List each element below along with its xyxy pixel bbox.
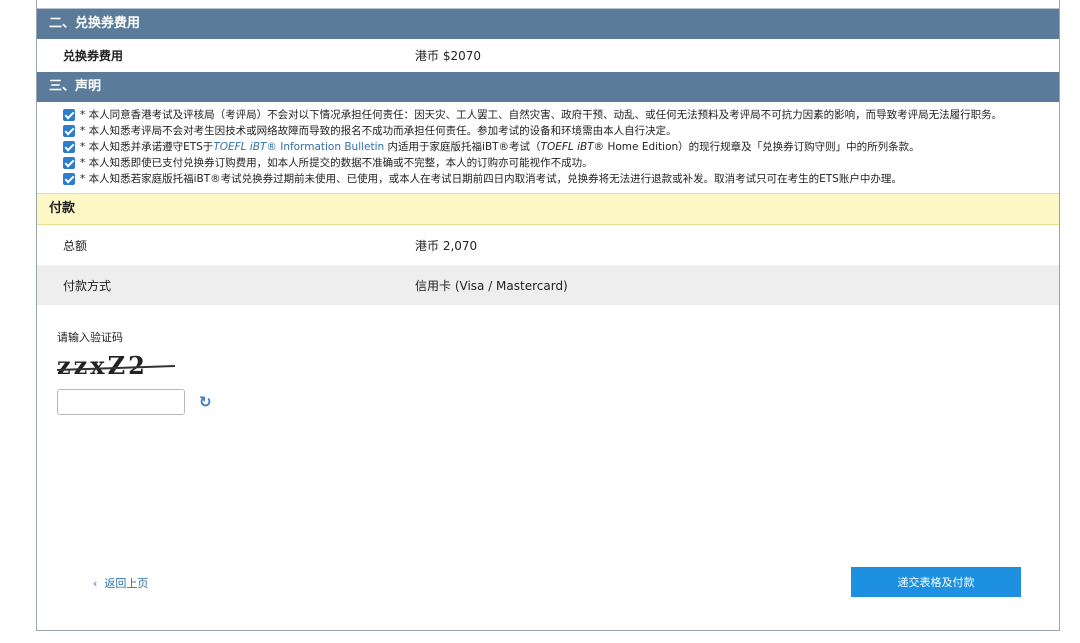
- information-bulletin-link[interactable]: TOEFL iBT® Information Bulletin: [213, 141, 384, 153]
- voucher-fee-row: 兑换券费用 港币 $2070: [37, 39, 1059, 72]
- declaration-item-4: * 本人知悉即使已支付兑换券订购费用，如本人所提交的数据不准确或不完整，本人的订…: [63, 156, 1047, 170]
- checkbox-checked-icon[interactable]: [63, 125, 75, 137]
- payment-method-label: 付款方式: [63, 278, 112, 293]
- voucher-fee-label: 兑换券费用: [63, 49, 124, 63]
- submit-and-pay-button[interactable]: 递交表格及付款: [851, 567, 1021, 597]
- declaration-item-3: * 本人知悉并承诺遵守ETS于TOEFL iBT® Information Bu…: [63, 140, 1047, 154]
- declaration-item-1: * 本人同意香港考试及评核局（考评局）不会对以下情况承担任何责任：因天灾、工人罢…: [63, 108, 1047, 122]
- declaration-text: * 本人知悉若家庭版托福iBT®考试兑换券过期前未使用、已使用，或本人在考试日期…: [80, 173, 902, 185]
- declaration-text-italic: TOEFL iBT®: [540, 141, 605, 153]
- form-footer: ‹ 返回上页 递交表格及付款: [37, 567, 1059, 597]
- section-header-declaration: 三、声明: [37, 72, 1059, 102]
- refresh-icon[interactable]: ↻: [199, 393, 212, 411]
- declaration-text-part: 内适用于家庭版托福iBT®考试（: [384, 141, 541, 153]
- captcha-label: 请输入验证码: [57, 331, 123, 344]
- payment-total-value: 港币 2,070: [415, 238, 478, 253]
- form-frame: 二、兑换券费用 兑换券费用 港币 $2070 三、声明 * 本人同意香港考试及评…: [36, 0, 1060, 631]
- captcha-image: zzxZ2: [57, 351, 197, 380]
- checkbox-checked-icon[interactable]: [63, 109, 75, 121]
- payment-method-value: 信用卡 (Visa / Mastercard): [415, 278, 568, 293]
- checkbox-checked-icon[interactable]: [63, 141, 75, 153]
- declaration-text: * 本人同意香港考试及评核局（考评局）不会对以下情况承担任何责任：因天灾、工人罢…: [80, 109, 1003, 121]
- declaration-list: * 本人同意香港考试及评核局（考评局）不会对以下情况承担任何责任：因天灾、工人罢…: [37, 102, 1059, 193]
- payment-total-row: 总额 港币 2,070: [37, 225, 1059, 265]
- section-header-payment: 付款: [37, 193, 1059, 225]
- declaration-item-5: * 本人知悉若家庭版托福iBT®考试兑换券过期前未使用、已使用，或本人在考试日期…: [63, 172, 1047, 186]
- declaration-item-2: * 本人知悉考评局不会对考生因技术或网络故障而导致的报名不成功而承担任何责任。参…: [63, 124, 1047, 138]
- declaration-text: * 本人知悉考评局不会对考生因技术或网络故障而导致的报名不成功而承担任何责任。参…: [80, 125, 677, 137]
- captcha-section: 请输入验证码 zzxZ2 ↻: [37, 305, 1059, 415]
- back-link[interactable]: ‹ 返回上页: [93, 575, 148, 591]
- declaration-text-part: Home Edition）的现行规章及「兑换券订购守则」中的所列条款。: [604, 141, 920, 153]
- declaration-text: * 本人知悉即使已支付兑换券订购费用，如本人所提交的数据不准确或不完整，本人的订…: [80, 157, 593, 169]
- section-header-voucher-fee: 二、兑换券费用: [37, 9, 1059, 39]
- voucher-fee-value: 港币 $2070: [415, 49, 481, 63]
- declaration-text-part: * 本人知悉并承诺遵守ETS于: [80, 141, 214, 153]
- checkbox-checked-icon[interactable]: [63, 157, 75, 169]
- declaration-text: * 本人知悉并承诺遵守ETS于TOEFL iBT® Information Bu…: [80, 140, 1047, 154]
- checkbox-checked-icon[interactable]: [63, 173, 75, 185]
- captcha-input[interactable]: [57, 389, 185, 415]
- back-link-label: 返回上页: [104, 577, 149, 590]
- captcha-input-row: ↻: [57, 389, 1059, 415]
- payment-method-row: 付款方式 信用卡 (Visa / Mastercard): [37, 265, 1059, 305]
- payment-total-label: 总额: [63, 238, 88, 253]
- top-divider: [37, 0, 1059, 9]
